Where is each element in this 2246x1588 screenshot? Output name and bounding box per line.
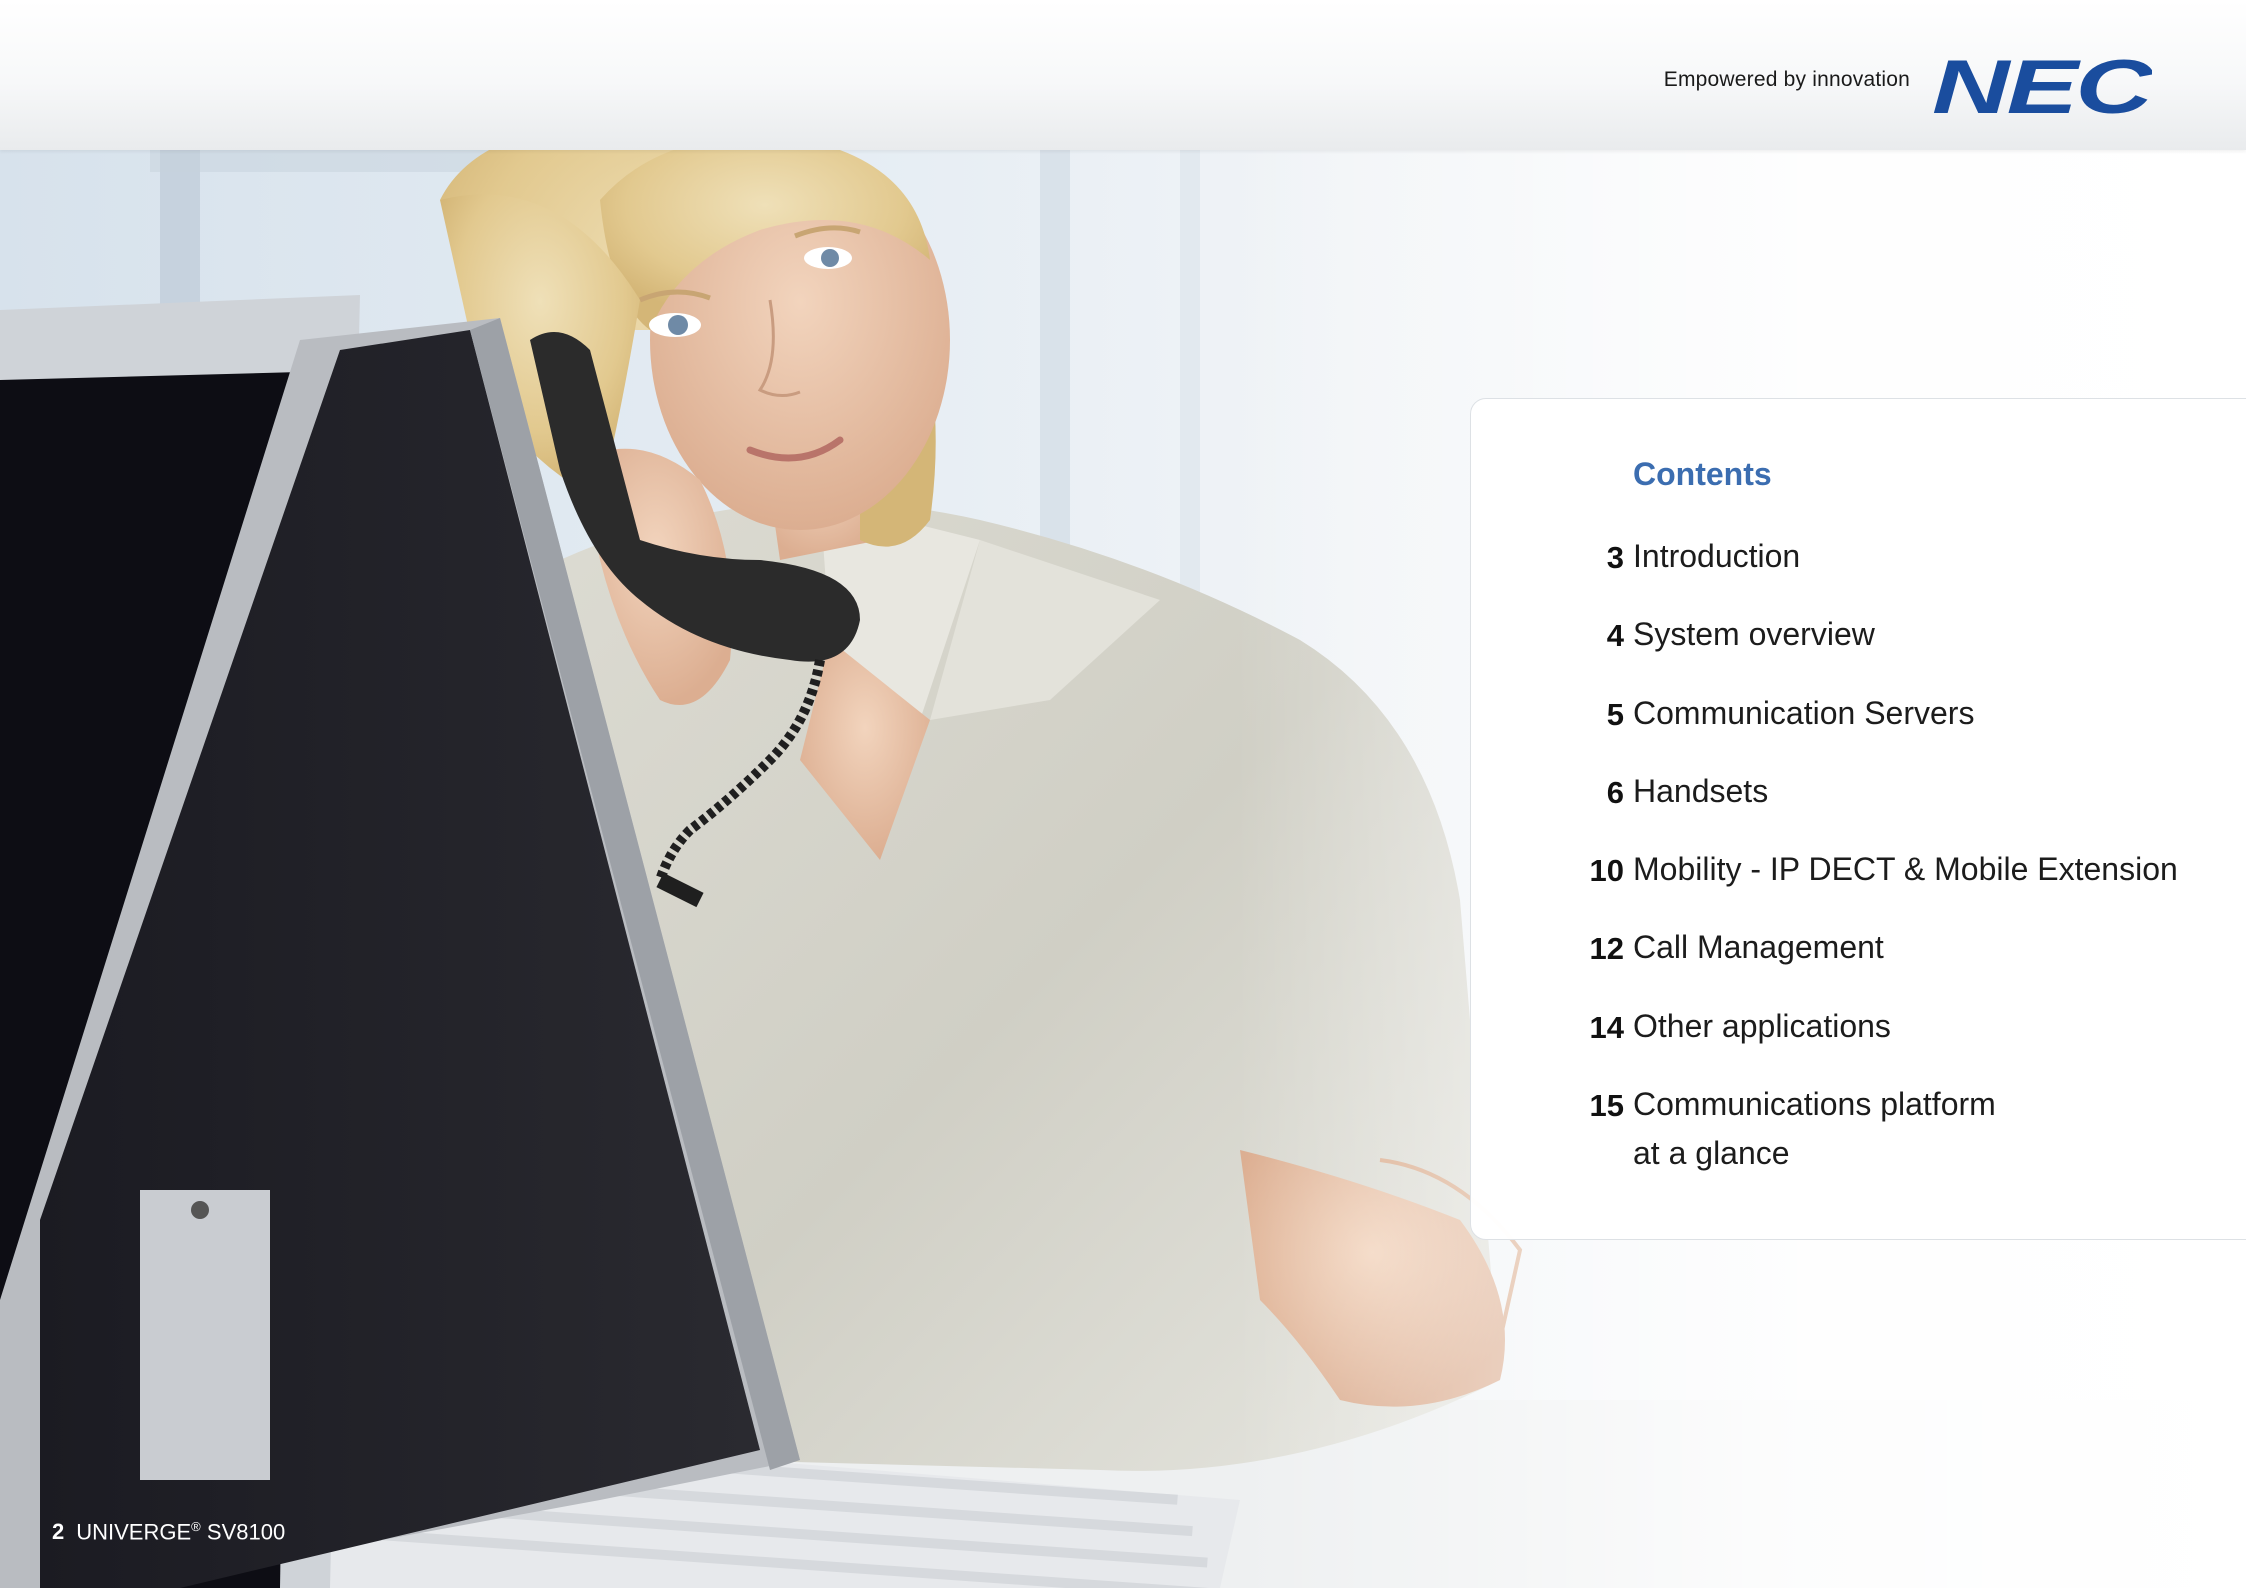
toc-entry[interactable]: 6 Handsets [1470, 773, 2246, 853]
toc-entry-title: Call Management [1633, 929, 1884, 966]
toc-page-number: 14 [1589, 1009, 1624, 1045]
toc-page-number: 12 [1589, 931, 1624, 967]
toc-page-number: 4 [1606, 618, 1624, 654]
toc-entry-title: Handsets [1633, 772, 1769, 809]
toc-entry-title: Other applications [1633, 1007, 1891, 1044]
nec-logo: NEC [1932, 56, 2152, 116]
toc-page-number: 15 [1589, 1088, 1624, 1124]
svg-text:NEC: NEC [1932, 56, 2152, 116]
toc-entry-title: Communications platform at a glance [1633, 1086, 1996, 1172]
brand-tagline: Empowered by innovation [1663, 68, 1910, 91]
toc-entry[interactable]: 4 System overview [1470, 616, 2246, 696]
contents-title: Contents [1633, 456, 1772, 492]
toc-entry[interactable]: 3 Introduction [1470, 538, 2246, 618]
toc-page-number: 3 [1606, 540, 1624, 575]
toc-entry[interactable]: 5 Communication Servers [1470, 695, 2246, 775]
toc-entry[interactable]: 15 Communications platform at a glance [1470, 1086, 2246, 1171]
registered-mark: ® [191, 1519, 201, 1534]
brochure-page: Empowered by innovation NEC Contents 3 I… [0, 0, 2246, 1588]
contents-list: 3 Introduction 4 System overview 5 Commu… [1470, 538, 2246, 1171]
toc-entry-title: Mobility - IP DECT & Mobile Extension [1633, 851, 2178, 888]
toc-entry[interactable]: 10 Mobility - IP DECT & Mobile Extension [1470, 851, 2246, 931]
product-model: SV8100 [206, 1519, 286, 1545]
toc-entry[interactable]: 14 Other applications [1470, 1008, 2246, 1088]
toc-page-number: 5 [1606, 696, 1624, 732]
toc-entry-title: Communication Servers [1633, 694, 1975, 731]
toc-entry-title: System overview [1633, 616, 1875, 653]
toc-entry-title: Introduction [1633, 538, 1801, 574]
page-number: 2 [52, 1519, 65, 1545]
product-name: UNIVERGE [76, 1519, 192, 1545]
toc-page-number: 6 [1606, 774, 1624, 810]
page-footer: 2 UNIVERGE® SV8100 [52, 1519, 285, 1545]
toc-entry[interactable]: 12 Call Management [1470, 929, 2246, 1009]
toc-page-number: 10 [1589, 853, 1624, 889]
